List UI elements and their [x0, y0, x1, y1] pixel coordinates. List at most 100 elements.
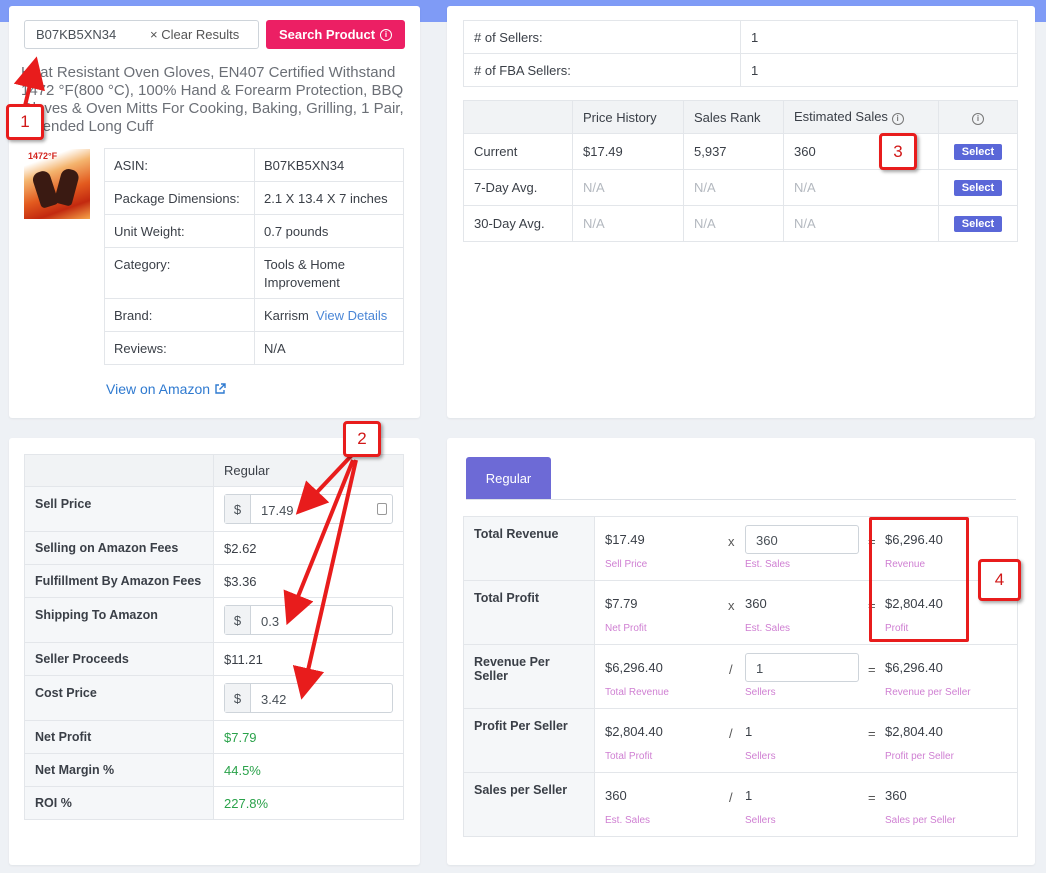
product-image-label: 1472°F	[28, 151, 57, 161]
cost-price-input[interactable]: $ 3.42	[224, 683, 393, 713]
sell-price-value: 17.49	[251, 495, 392, 523]
search-product-label: Search Product	[279, 27, 375, 42]
history-header-sales: Estimated Sales i	[784, 101, 939, 134]
currency-prefix: $	[225, 684, 251, 712]
product-title: Heat Resistant Oven Gloves, EN407 Certif…	[21, 64, 406, 136]
annotation-3: 3	[879, 133, 917, 170]
calc-a: $17.49	[605, 532, 645, 547]
sell-price-text: 17.49	[261, 503, 294, 518]
history-price: N/A	[573, 206, 684, 242]
est-sales-input[interactable]: 360	[745, 525, 859, 554]
search-product-button[interactable]: Search Product i	[266, 20, 405, 49]
costs-value: $3.36	[214, 565, 404, 598]
calc-op: x	[728, 598, 735, 613]
product-image: 1472°F	[24, 149, 90, 219]
annotation-1: 1	[6, 104, 44, 140]
history-sales: N/A	[784, 170, 939, 206]
costs-value: 44.5%	[214, 754, 404, 787]
calc-result: $2,804.40	[885, 724, 943, 739]
calc-row: Sales per Seller 360 Est. Sales / 1 Sell…	[464, 773, 1018, 837]
calc-a-sub: Net Profit	[605, 623, 647, 634]
currency-prefix: $	[225, 495, 251, 523]
history-row: 7-Day Avg. N/A N/A N/A Select	[464, 170, 1018, 206]
costs-label: Cost Price	[25, 676, 214, 721]
costs-header-row: Regular	[25, 455, 404, 487]
calc-op: /	[729, 662, 733, 677]
calc-cell: $6,296.40 Total Revenue / 1 Sellers = $6…	[595, 645, 1018, 709]
calc-a: $7.79	[605, 596, 638, 611]
calc-b: 1	[745, 788, 752, 803]
detail-value: 0.7 pounds	[255, 215, 404, 248]
shipping-input[interactable]: $ 0.3	[224, 605, 393, 635]
clear-results-button[interactable]: × Clear Results	[150, 27, 239, 42]
sellers-label: # of Sellers:	[464, 21, 741, 54]
spinner-icon[interactable]	[377, 503, 387, 515]
view-details-link[interactable]: View Details	[316, 308, 387, 323]
detail-label: ASIN:	[105, 149, 255, 182]
costs-value: $ 3.42	[214, 676, 404, 721]
calc-b-sub: Est. Sales	[745, 623, 790, 634]
calc-a-sub: Est. Sales	[605, 815, 650, 826]
calc-label: Total Revenue	[464, 517, 595, 581]
select-button[interactable]: Select	[954, 180, 1002, 196]
costs-label: Fulfillment By Amazon Fees	[25, 565, 214, 598]
costs-label: Seller Proceeds	[25, 643, 214, 676]
calc-result-sub: Revenue per Seller	[885, 687, 971, 698]
history-header-blank	[464, 101, 573, 134]
calc-label: Profit Per Seller	[464, 709, 595, 773]
sellers-table: # of Sellers: 1 # of FBA Sellers: 1	[463, 20, 1018, 87]
calc-result: 360	[885, 788, 907, 803]
detail-row: Category: Tools & Home Improvement	[105, 248, 404, 299]
costs-row: ROI % 227.8%	[25, 787, 404, 820]
detail-row: Reviews: N/A	[105, 332, 404, 365]
search-input-value: B07KB5XN34	[36, 27, 116, 42]
calc-b-sub: Sellers	[745, 751, 776, 762]
detail-value: 2.1 X 13.4 X 7 inches	[255, 182, 404, 215]
tab-divider	[466, 499, 1016, 500]
info-icon: i	[972, 113, 984, 125]
price-history-table: Price History Sales Rank Estimated Sales…	[463, 100, 1018, 242]
annotation-2: 2	[343, 421, 381, 457]
costs-header-regular: Regular	[214, 455, 404, 487]
calc-op: x	[728, 534, 735, 549]
search-input[interactable]: B07KB5XN34 × Clear Results	[24, 20, 259, 49]
sellers-input[interactable]: 1	[745, 653, 859, 682]
glove-shape	[54, 167, 81, 206]
detail-label: Package Dimensions:	[105, 182, 255, 215]
select-button[interactable]: Select	[954, 144, 1002, 160]
calc-b-sub: Sellers	[745, 815, 776, 826]
info-icon: i	[892, 113, 904, 125]
view-on-amazon-link[interactable]: View on Amazon	[106, 381, 226, 397]
fba-sellers-row: # of FBA Sellers: 1	[464, 54, 1018, 87]
calc-b-sub: Est. Sales	[745, 559, 790, 570]
sell-price-input[interactable]: $ 17.49	[224, 494, 393, 524]
history-price: $17.49	[573, 134, 684, 170]
sellers-value: 1	[741, 21, 1018, 54]
detail-row: Brand: Karrism View Details	[105, 299, 404, 332]
glove-shape	[31, 169, 59, 209]
calc-eq: =	[868, 790, 876, 805]
costs-label: Sell Price	[25, 487, 214, 532]
detail-row: ASIN: B07KB5XN34	[105, 149, 404, 182]
costs-value: $11.21	[214, 643, 404, 676]
costs-row: Seller Proceeds $11.21	[25, 643, 404, 676]
history-header-rank: Sales Rank	[684, 101, 784, 134]
estimated-sales-label: Estimated Sales	[794, 109, 888, 124]
calc-a: $6,296.40	[605, 660, 663, 675]
costs-label: Shipping To Amazon	[25, 598, 214, 643]
select-button[interactable]: Select	[954, 216, 1002, 232]
costs-label: Selling on Amazon Fees	[25, 532, 214, 565]
costs-value: $7.79	[214, 721, 404, 754]
history-rank: 5,937	[684, 134, 784, 170]
costs-row: Sell Price $ 17.49	[25, 487, 404, 532]
cost-price-value: 3.42	[251, 684, 392, 712]
history-price: N/A	[573, 170, 684, 206]
calc-cell: $2,804.40 Total Profit / 1 Sellers = $2,…	[595, 709, 1018, 773]
history-period: Current	[464, 134, 573, 170]
history-row: Current $17.49 5,937 360 Select	[464, 134, 1018, 170]
history-action: Select	[939, 134, 1018, 170]
detail-row: Unit Weight: 0.7 pounds	[105, 215, 404, 248]
detail-label: Unit Weight:	[105, 215, 255, 248]
annotation-4: 4	[978, 559, 1021, 601]
tab-regular[interactable]: Regular	[466, 457, 551, 500]
